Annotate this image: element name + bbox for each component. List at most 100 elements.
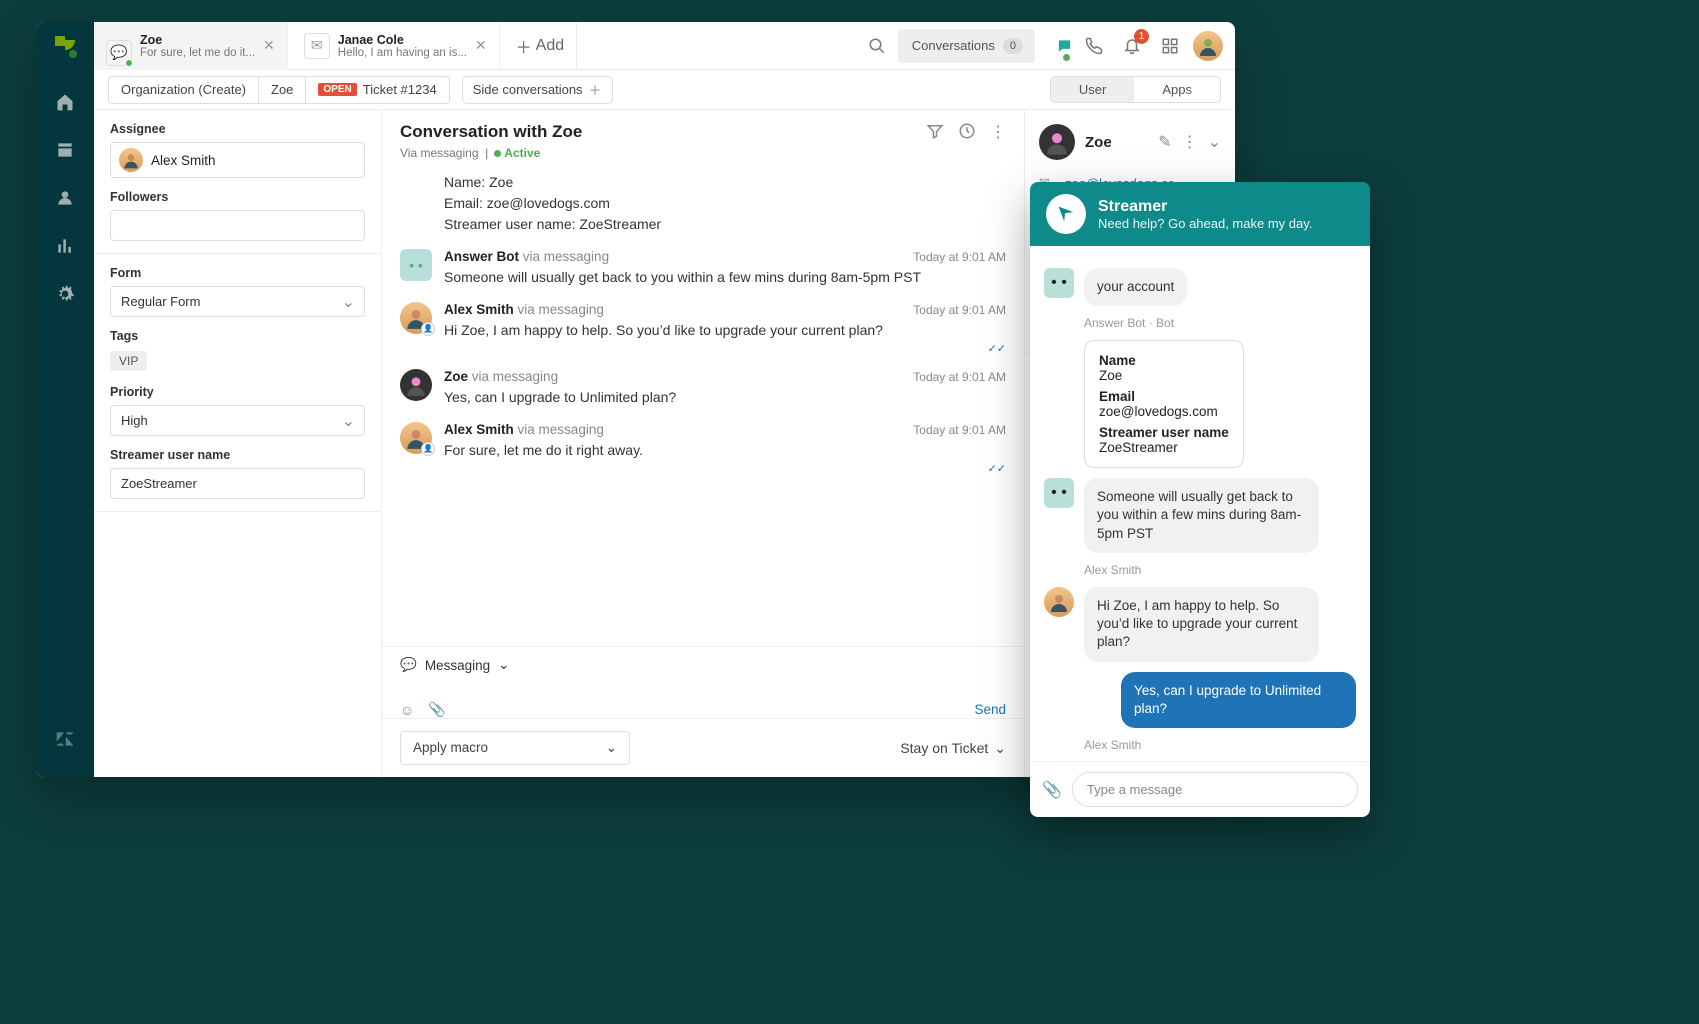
close-icon[interactable]: ✕ — [475, 37, 487, 54]
crumb-ticket[interactable]: OPENTicket #1234 — [305, 76, 449, 104]
streamer-username-input[interactable] — [110, 468, 365, 499]
search-icon[interactable] — [860, 29, 894, 63]
chat-bubble-icon: 💬 — [106, 40, 132, 66]
apps-grid-icon[interactable] — [1153, 29, 1187, 63]
read-checks-icon: ✓✓ — [444, 342, 1006, 355]
edit-icon[interactable]: ✎ — [1158, 132, 1171, 152]
form-label: Form — [110, 266, 365, 280]
chevron-down-icon[interactable]: ⌄ — [498, 657, 509, 673]
more-vert-icon[interactable]: ⋮ — [1182, 132, 1198, 152]
tab-subtitle: For sure, let me do it... — [140, 47, 255, 59]
message: 👤 Alex Smith via messagingToday at 9:01 … — [400, 302, 1006, 356]
avatar — [119, 148, 143, 172]
tab-apps[interactable]: Apps — [1134, 77, 1220, 102]
nav-admin-icon[interactable] — [45, 274, 85, 314]
side-conversations-pill[interactable]: Side conversations ＋ — [462, 76, 613, 104]
attach-icon[interactable]: 📎 — [1042, 780, 1062, 800]
chat-bubble: your account — [1084, 268, 1187, 306]
product-logo — [55, 36, 75, 56]
sender-label: Answer Bot · Bot — [1084, 316, 1356, 330]
system-info-card: Name: Zoe Email: zoe@lovedogs.com Stream… — [444, 172, 1006, 235]
widget-logo-icon — [1046, 194, 1086, 234]
widget-message-input[interactable]: Type a message — [1072, 772, 1358, 807]
topbar: 💬 ZoeFor sure, let me do it... ✕ ✉ Janae… — [94, 22, 1235, 70]
avatar: 👤 — [400, 422, 432, 454]
profile-avatar[interactable] — [1191, 29, 1225, 63]
chat-status-icon[interactable] — [1039, 29, 1073, 63]
bot-avatar-icon: • • — [400, 249, 432, 281]
chevron-down-icon: ⌄ — [606, 740, 617, 756]
conversation-title: Conversation with Zoe — [400, 122, 582, 142]
nav-customers-icon[interactable] — [45, 178, 85, 218]
nav-views-icon[interactable] — [45, 130, 85, 170]
zendesk-logo-icon — [45, 719, 85, 759]
avatar: 👤 — [400, 302, 432, 334]
ticket-id: Ticket #1234 — [363, 82, 437, 97]
emoji-icon[interactable]: ☺ — [400, 702, 414, 718]
sender-label: Alex Smith — [1084, 563, 1356, 577]
context-tabs: User Apps — [1050, 76, 1221, 103]
chat-bubble-user: Yes, can I upgrade to Unlimited plan? — [1121, 672, 1356, 728]
attach-icon[interactable]: 📎 — [428, 701, 445, 718]
agent-badge-icon: 👤 — [421, 322, 435, 336]
message: Zoe via messagingToday at 9:01 AM Yes, c… — [400, 369, 1006, 408]
ticket-fields-panel: Assignee Alex Smith Followers Form ⌄ Tag… — [94, 110, 382, 777]
submit-dropdown[interactable]: Stay on Ticket⌄ — [900, 731, 1006, 765]
message: • • Answer Bot via messagingToday at 9:0… — [400, 249, 1006, 288]
messaging-channel-icon: 💬 — [400, 657, 417, 673]
tab-janae[interactable]: ✉ Janae ColeHello, I am having an is... … — [292, 22, 500, 70]
macro-select[interactable]: Apply macro⌄ — [400, 731, 630, 765]
composer-mode-label[interactable]: Messaging — [425, 658, 490, 673]
assignee-label: Assignee — [110, 122, 365, 136]
composer: 💬 Messaging ⌄ ☺ 📎 Send — [382, 646, 1024, 718]
custom-field-label: Streamer user name — [110, 448, 365, 462]
via-label: Via messaging — [400, 146, 479, 160]
phone-icon[interactable] — [1077, 29, 1111, 63]
plus-icon: ＋ — [589, 80, 602, 99]
priority-label: Priority — [110, 385, 365, 399]
conversation-panel: Conversation with Zoe Via messaging |Act… — [382, 110, 1025, 777]
nav-reports-icon[interactable] — [45, 226, 85, 266]
chat-bubble: Hi Zoe, I am happy to help. So you’d lik… — [1084, 587, 1319, 662]
tab-user[interactable]: User — [1051, 77, 1134, 102]
side-conv-label: Side conversations — [473, 82, 583, 97]
add-tab-button[interactable]: ＋Add — [504, 22, 577, 70]
message: 👤 Alex Smith via messagingToday at 9:01 … — [400, 422, 1006, 476]
nav-home-icon[interactable] — [45, 82, 85, 122]
nav-rail — [36, 22, 94, 777]
active-dot-icon — [494, 150, 501, 157]
chevron-down-icon[interactable]: ⌄ — [1208, 132, 1221, 152]
send-button[interactable]: Send — [974, 702, 1006, 717]
crumb-org[interactable]: Organization (Create) — [108, 76, 258, 104]
avatar — [1039, 124, 1075, 160]
notifications-icon[interactable]: 1 — [1115, 29, 1149, 63]
followers-input[interactable] — [110, 210, 365, 241]
user-name: Zoe — [1085, 134, 1148, 151]
chevron-down-icon: ⌄ — [994, 740, 1006, 757]
chat-widget: StreamerNeed help? Go ahead, make my day… — [1030, 182, 1370, 817]
followers-label: Followers — [110, 190, 365, 204]
notif-badge: 1 — [1134, 29, 1149, 44]
widget-subtitle: Need help? Go ahead, make my day. — [1098, 216, 1312, 231]
tab-title: Janae Cole — [338, 33, 467, 47]
chat-bubble: Someone will usually get back to you wit… — [1084, 478, 1319, 553]
conversations-count: 0 — [1003, 38, 1023, 54]
history-icon[interactable] — [958, 122, 976, 142]
avatar — [1044, 587, 1074, 617]
tab-subtitle: Hello, I am having an is... — [338, 47, 467, 59]
form-select[interactable] — [110, 286, 365, 317]
conversations-label: Conversations — [912, 38, 995, 53]
priority-select[interactable] — [110, 405, 365, 436]
bot-avatar-icon: • • — [1044, 478, 1074, 508]
conversations-pill[interactable]: Conversations 0 — [898, 29, 1035, 63]
tag-chip[interactable]: VIP — [110, 351, 147, 371]
filter-icon[interactable] — [926, 122, 944, 142]
breadcrumb-bar: Organization (Create) Zoe OPENTicket #12… — [94, 70, 1235, 110]
close-icon[interactable]: ✕ — [263, 37, 275, 54]
more-vert-icon[interactable]: ⋮ — [990, 122, 1006, 142]
tab-zoe[interactable]: 💬 ZoeFor sure, let me do it... ✕ — [94, 22, 288, 70]
tags-label: Tags — [110, 329, 365, 343]
crumb-user[interactable]: Zoe — [258, 76, 305, 104]
assignee-select[interactable]: Alex Smith — [110, 142, 365, 178]
assignee-name: Alex Smith — [151, 153, 216, 168]
